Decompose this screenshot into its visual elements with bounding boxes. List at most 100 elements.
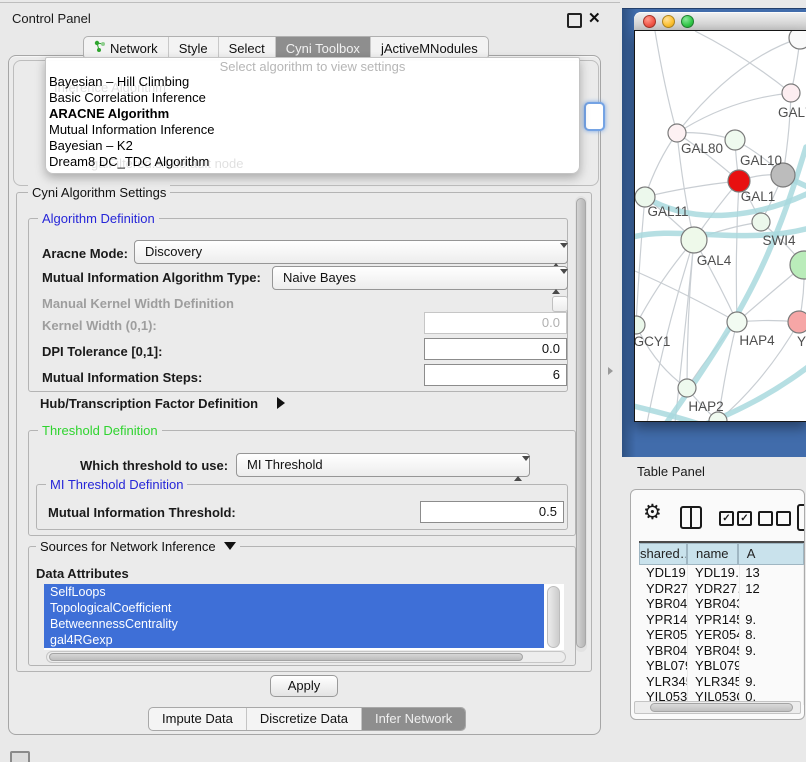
tab-infer-network[interactable]: Infer Network bbox=[361, 708, 465, 730]
node-node-top[interactable] bbox=[789, 31, 806, 49]
node-gal80[interactable] bbox=[668, 124, 686, 142]
zoom-traffic-light[interactable] bbox=[681, 15, 694, 28]
minimize-traffic-light[interactable] bbox=[662, 15, 675, 28]
edge[interactable] bbox=[636, 197, 645, 325]
kernel-width-field[interactable]: 0.0 bbox=[424, 312, 567, 334]
tab-jactivemnodules[interactable]: jActiveMNodules bbox=[370, 37, 488, 59]
close-traffic-light[interactable] bbox=[643, 15, 656, 28]
attribute-item-topologicalcoefficient[interactable]: TopologicalCoefficient bbox=[44, 600, 544, 616]
minimized-panel-icon[interactable] bbox=[10, 751, 30, 762]
table-row[interactable]: YER054CYER054C8. bbox=[639, 627, 804, 643]
algorithm-option-mutual-information-inference[interactable]: Mutual Information Inference bbox=[46, 122, 579, 138]
node-swi4[interactable] bbox=[752, 213, 770, 231]
table-row[interactable]: YDR27…YDR27…12 bbox=[639, 581, 804, 597]
expand-arrow-icon[interactable] bbox=[277, 397, 285, 409]
stepper-icon bbox=[552, 271, 560, 293]
table-cell: 8. bbox=[740, 627, 804, 643]
data-attributes-label: Data Attributes bbox=[36, 566, 129, 581]
mi-steps-label: Mutual Information Steps: bbox=[42, 370, 202, 385]
column-header-1[interactable]: shared… bbox=[639, 543, 687, 565]
checked-box-icon[interactable]: ✓ bbox=[737, 511, 752, 526]
edge[interactable] bbox=[636, 240, 694, 325]
table-row[interactable]: YLR345WYLR345W9. bbox=[639, 674, 804, 690]
node-gal10[interactable] bbox=[725, 130, 745, 150]
table-row[interactable]: YBL079WYBL079W bbox=[639, 658, 804, 674]
table-cell: YER054C bbox=[688, 627, 740, 643]
table-cell bbox=[740, 658, 804, 674]
node-gal4[interactable] bbox=[681, 227, 707, 253]
unchecked-box-icon[interactable] bbox=[776, 511, 791, 526]
network-icon bbox=[94, 38, 106, 59]
node-label-gal1: GAL1 bbox=[741, 189, 776, 204]
column-header-3[interactable]: A bbox=[738, 543, 804, 565]
apply-button[interactable]: Apply bbox=[270, 675, 338, 697]
edge[interactable] bbox=[655, 31, 677, 133]
tab-select[interactable]: Select bbox=[218, 37, 275, 59]
stepper-icon bbox=[552, 245, 560, 267]
edge[interactable] bbox=[687, 240, 694, 388]
table-horizontal-scrollbar[interactable] bbox=[634, 701, 801, 714]
manual-kernel-checkbox[interactable] bbox=[552, 296, 568, 312]
edge[interactable] bbox=[645, 181, 739, 197]
table-cell: YLR345W bbox=[688, 674, 740, 690]
aracne-mode-combo[interactable]: Discovery bbox=[134, 240, 568, 264]
table-row[interactable]: YBR043CYBR043C bbox=[639, 596, 804, 612]
tab-style[interactable]: Style bbox=[168, 37, 218, 59]
settings-vertical-scrollbar[interactable] bbox=[575, 196, 587, 652]
attribute-item-betweennesscentrality[interactable]: BetweennessCentrality bbox=[44, 616, 544, 632]
table-panel-body: ⚙ ✓ ✓ shared…nameA YDL19…YDL19…13YDR27…Y… bbox=[630, 489, 805, 720]
sources-group-title[interactable]: Sources for Network Inference bbox=[36, 539, 240, 554]
split-view-icon[interactable] bbox=[680, 506, 702, 529]
float-window-icon[interactable] bbox=[567, 13, 582, 28]
tab-network[interactable]: Network bbox=[84, 37, 168, 59]
unchecked-box-icon[interactable] bbox=[758, 511, 773, 526]
attributes-vertical-scrollbar[interactable] bbox=[547, 586, 560, 648]
table-row[interactable]: YDL19…YDL19…13 bbox=[639, 565, 804, 581]
column-header-2[interactable]: name bbox=[687, 543, 738, 565]
window-top-border bbox=[0, 2, 620, 3]
hub-definition-label[interactable]: Hub/Transcription Factor Definition bbox=[40, 396, 258, 411]
aracne-mode-label: Aracne Mode: bbox=[42, 246, 128, 261]
node-hap2[interactable] bbox=[678, 379, 696, 397]
network-canvas[interactable]: GAL7GAL80GAL10GAL1GAL11SWI4GAL4GCY1HAP4Y… bbox=[634, 30, 806, 422]
edge[interactable] bbox=[645, 133, 677, 197]
focused-combo-fragment[interactable] bbox=[584, 102, 605, 131]
tab-label: Cyni Toolbox bbox=[286, 38, 360, 59]
table-cell: YPR145W bbox=[639, 612, 688, 628]
attribute-item-selfloops[interactable]: SelfLoops bbox=[44, 584, 544, 600]
attributes-hscroll-thumb[interactable] bbox=[49, 653, 523, 661]
mi-threshold-field[interactable]: 0.5 bbox=[420, 501, 564, 523]
settings-scrollbar-thumb[interactable] bbox=[576, 198, 586, 648]
node-label-gcy1: GCY1 bbox=[635, 334, 670, 349]
gear-icon[interactable]: ⚙ bbox=[643, 502, 662, 523]
collapse-arrow-icon[interactable] bbox=[224, 542, 236, 550]
algorithm-option-aracne-algorithm[interactable]: ARACNE Algorithm bbox=[46, 106, 579, 122]
tab-impute-data[interactable]: Impute Data bbox=[149, 708, 246, 730]
network-window-titlebar[interactable] bbox=[634, 12, 806, 32]
sources-title-text: Sources for Network Inference bbox=[40, 539, 216, 554]
which-threshold-combo[interactable]: MI Threshold bbox=[236, 453, 530, 477]
mi-type-combo[interactable]: Naive Bayes bbox=[272, 266, 568, 290]
tab-discretize-data[interactable]: Discretize Data bbox=[246, 708, 361, 730]
edge[interactable] bbox=[695, 31, 791, 93]
close-icon[interactable]: ✕ bbox=[588, 9, 601, 27]
node-hap4[interactable] bbox=[727, 312, 747, 332]
attributes-horizontal-scrollbar[interactable] bbox=[46, 651, 566, 663]
table-hscroll-thumb[interactable] bbox=[650, 703, 793, 712]
table-row[interactable]: YPR145WYPR145W9. bbox=[639, 612, 804, 628]
node-salmon-node[interactable] bbox=[788, 311, 806, 333]
tab-cyni-toolbox[interactable]: Cyni Toolbox bbox=[275, 37, 370, 59]
dpi-tolerance-field[interactable]: 0.0 bbox=[424, 338, 567, 360]
document-icon[interactable] bbox=[797, 504, 805, 531]
table-cell: 9. bbox=[740, 643, 804, 659]
attribute-item-gal4rgexp[interactable]: gal4RGexp bbox=[44, 632, 544, 648]
table-row[interactable]: YBR045CYBR045C9. bbox=[639, 643, 804, 659]
checked-box-icon[interactable]: ✓ bbox=[719, 511, 734, 526]
tab-label: jActiveMNodules bbox=[381, 38, 478, 59]
mi-steps-field[interactable]: 6 bbox=[424, 364, 567, 386]
edge[interactable] bbox=[736, 181, 739, 322]
node-gal7[interactable] bbox=[782, 84, 800, 102]
node-gcy1[interactable] bbox=[635, 316, 645, 334]
algorithm-option-bayesian-k2[interactable]: Bayesian – K2 bbox=[46, 138, 579, 154]
splitter-handle-icon[interactable] bbox=[608, 367, 613, 375]
